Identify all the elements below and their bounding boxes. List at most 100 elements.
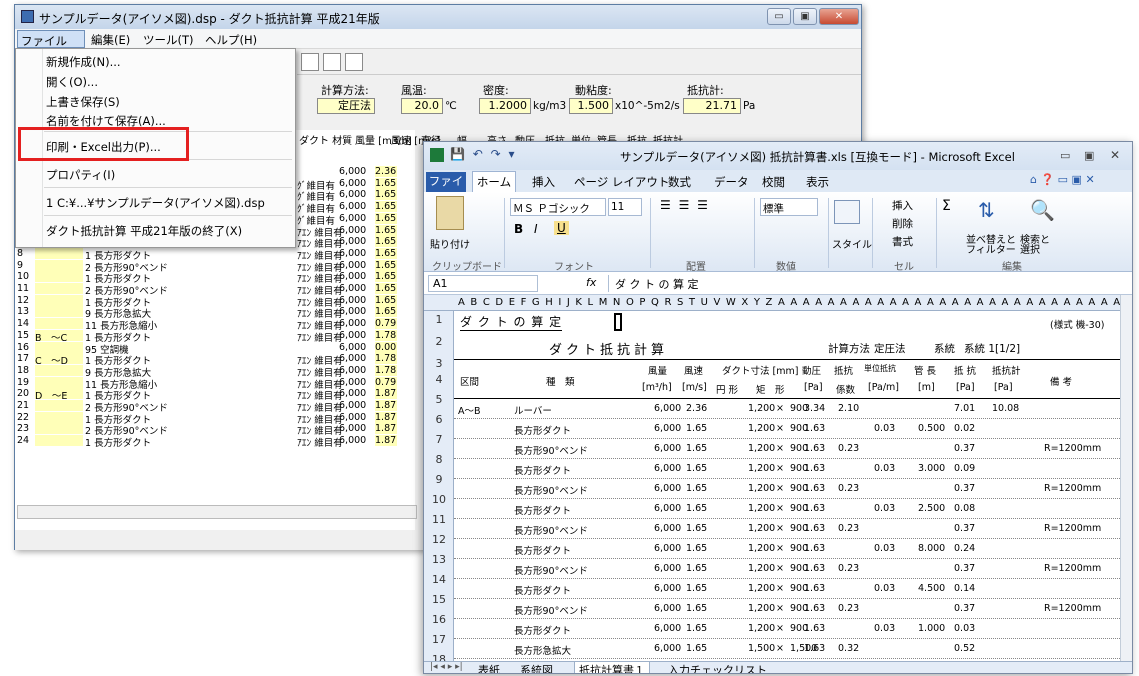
- menu-item-new[interactable]: 新規作成(N)...: [46, 54, 121, 70]
- menu-item-exit[interactable]: ダクト抵抗計算 平成21年版の終了(X): [46, 223, 242, 239]
- fx-icon[interactable]: fx: [586, 276, 596, 289]
- sort-filter-button[interactable]: 並べ替えと フィルター: [966, 236, 1016, 256]
- italic-button[interactable]: I: [534, 222, 538, 236]
- grid-row[interactable]: 13 9 長方形急拡大 ｱｴﾝ 維目有 6,000 1.65: [15, 306, 415, 320]
- grid-row[interactable]: 17 C ～D 1 長方形ダクト ｱｴﾝ 維目有 6,000 1.78: [15, 353, 415, 367]
- sheet-tab-cover[interactable]: 表紙: [478, 662, 500, 673]
- table-row[interactable]: 長方形90°ベンド 6,000 1.65 1,200 × 900 1.63 0.23 0.37 R…: [454, 599, 1120, 619]
- table-row[interactable]: 長方形ダクト 6,000 1.65 1,200 × 900 1.63 0.03 4.500 0.1…: [454, 579, 1120, 599]
- toolbar-export-icon[interactable]: [323, 53, 341, 71]
- table-row[interactable]: 長方形ダクト 6,000 1.65 1,200 × 900 1.63 0.03 3.000 0.0…: [454, 459, 1120, 479]
- maximize-button[interactable]: ▣: [793, 8, 817, 25]
- tab-insert[interactable]: 挿入: [532, 174, 555, 190]
- toolbar-tool-icon[interactable]: [301, 53, 319, 71]
- paste-button[interactable]: 貼り付け: [430, 236, 470, 251]
- grid-row[interactable]: 11 2 長方形90°ベンド ｱｴﾝ 維目有 6,000 1.65: [15, 283, 415, 297]
- table-row[interactable]: 長方形ダクト 6,000 1.65 1,200 × 900 1.63 0.03 0.500 0.0…: [454, 419, 1120, 439]
- menu-item-recent-file[interactable]: 1 C:¥...¥サンプルデータ(アイソメ図).dsp: [46, 195, 265, 211]
- font-name-select[interactable]: ＭＳ Ｐゴシック: [510, 198, 606, 216]
- row-number[interactable]: 14: [424, 573, 454, 586]
- menu-tools[interactable]: ツール(T): [143, 32, 194, 48]
- help-icon[interactable]: ⌂ ❓ ▭ ▣ ✕: [1030, 173, 1095, 186]
- row-number[interactable]: 10: [424, 493, 454, 506]
- worksheet[interactable]: ダ ク ト の 算 定 (様式 機-30) ダクト抵抗計算 計算方法 定圧法 系…: [454, 311, 1120, 661]
- sheet-tab-calc[interactable]: 抵抗計算書１: [574, 662, 650, 673]
- row-number[interactable]: 11: [424, 513, 454, 526]
- paste-icon[interactable]: [436, 196, 464, 230]
- grid-row[interactable]: 18 9 長方形急拡大 ｱｴﾝ 維目有 6,000 1.78: [15, 364, 415, 379]
- row-number[interactable]: 17: [424, 633, 454, 646]
- excel-close-button[interactable]: ✕: [1110, 148, 1120, 162]
- menu-edit[interactable]: 編集(E): [91, 32, 130, 48]
- quick-access-toolbar[interactable]: 💾 ↶ ↷ ▾: [450, 147, 517, 161]
- table-row[interactable]: 長方形ダクト 6,000 1.65 1,200 × 900 1.63 0.03 8.000 0.2…: [454, 539, 1120, 559]
- table-row[interactable]: 長方形90°ベンド 6,000 1.65 1,200 × 900 1.63 0.23 0.37 R…: [454, 559, 1120, 579]
- menu-item-save[interactable]: 上書き保存(S): [46, 94, 120, 110]
- row-number[interactable]: 7: [424, 433, 454, 446]
- row-number[interactable]: 15: [424, 593, 454, 606]
- format-cells-button[interactable]: 書式: [892, 234, 913, 249]
- tab-home[interactable]: ホーム: [472, 171, 516, 192]
- toolbar-doc-icon[interactable]: [345, 53, 363, 71]
- grid-row[interactable]: 24 1 長方形ダクト ｱｴﾝ 維目有 6,000 1.87: [15, 435, 415, 449]
- grid-row[interactable]: 10 1 長方形ダクト ｱｴﾝ 維目有 6,000 1.65: [15, 271, 415, 285]
- name-box[interactable]: A1: [428, 275, 538, 292]
- row-number[interactable]: 16: [424, 613, 454, 626]
- grid-row[interactable]: 19 11 長方形急縮小 ｱｴﾝ 維目有 6,000 0.79: [15, 376, 415, 391]
- font-size-select[interactable]: 11: [608, 198, 642, 216]
- row-number[interactable]: 6: [424, 413, 454, 426]
- menu-help[interactable]: ヘルプ(H): [205, 32, 257, 48]
- grid-row[interactable]: 23 2 長方形90°ベンド ｱｴﾝ 維目有 6,000 1.87: [15, 423, 415, 437]
- grid-row[interactable]: 14 11 長方形急縮小 ｱｴﾝ 維目有 6,000 0.79: [15, 318, 415, 332]
- autosum-button[interactable]: Σ: [942, 198, 951, 214]
- row-number[interactable]: 4: [424, 373, 454, 386]
- align-icons[interactable]: ☰ ☰ ☰: [660, 198, 710, 212]
- grid-row[interactable]: 22 1 長方形ダクト ｱｴﾝ 維目有 6,000 1.87: [15, 411, 415, 426]
- grid-row[interactable]: 12 1 長方形ダクト ｱｴﾝ 維目有 6,000 1.65: [15, 294, 415, 309]
- insert-cells-button[interactable]: 挿入: [892, 198, 913, 213]
- delete-cells-button[interactable]: 削除: [892, 216, 913, 231]
- tab-page-layout[interactable]: ページ レイアウト: [574, 174, 669, 190]
- table-row[interactable]: 長方形90°ベンド 6,000 1.65 1,200 × 900 1.63 0.23 0.37 R…: [454, 519, 1120, 539]
- grid-row[interactable]: 92 長方形90°ベンド ｱｴﾝ 維目有 6,000 1.65: [15, 259, 415, 274]
- underline-button[interactable]: U: [554, 221, 569, 235]
- tab-view[interactable]: 表示: [806, 174, 829, 190]
- table-row[interactable]: 長方形急拡大 6,000 1.65 1,500 × 1,500 1.63 0.32 0.52: [454, 639, 1120, 659]
- grid-row[interactable]: 81 長方形ダクト ｱｴﾝ 維目有 6,000 1.65: [15, 247, 415, 262]
- grid-row[interactable]: 15 B ～C 1 長方形ダクト ｱｴﾝ 維目有 6,000 1.78: [15, 329, 415, 344]
- excel-maximize-button[interactable]: ▣: [1084, 149, 1094, 162]
- viscosity-field[interactable]: 1.500: [569, 98, 613, 114]
- method-field[interactable]: 定圧法: [317, 98, 375, 114]
- row-number[interactable]: 13: [424, 553, 454, 566]
- excel-minimize-button[interactable]: ▭: [1060, 149, 1070, 162]
- row-number[interactable]: 2: [424, 335, 454, 348]
- tab-file[interactable]: ファイル: [426, 172, 466, 206]
- grid-row[interactable]: 21 2 長方形90°ベンド ｱｴﾝ 維目有 6,000 1.87: [15, 400, 415, 414]
- minimize-button[interactable]: ▭: [767, 8, 791, 25]
- tab-data[interactable]: データ: [714, 174, 749, 190]
- sheet-tab-system[interactable]: 系統図: [520, 662, 553, 673]
- row-number[interactable]: 8: [424, 453, 454, 466]
- temp-field[interactable]: 20.0: [401, 98, 443, 114]
- sheet-tab-checklist[interactable]: 入力チェックリスト: [668, 662, 767, 673]
- table-row[interactable]: 長方形90°ベンド 6,000 1.65 1,200 × 900 1.63 0.23 0.37 R…: [454, 439, 1120, 459]
- menu-item-open[interactable]: 開く(O)...: [46, 74, 98, 90]
- bold-button[interactable]: B: [514, 222, 523, 236]
- sheet-nav-arrows[interactable]: |◂ ◂ ▸ ▸|: [430, 662, 463, 672]
- menu-file[interactable]: ファイル(F): [17, 30, 85, 63]
- menu-item-properties[interactable]: プロパティ(I): [46, 167, 115, 183]
- formula-input[interactable]: ダ ク ト の 算 定: [608, 275, 1128, 292]
- table-row[interactable]: A～B ルーバー 6,000 2.36 1,200 × 900 3.34 2.10 7.01 10.…: [454, 399, 1120, 419]
- style-button[interactable]: スタイル: [832, 236, 872, 251]
- find-select-button[interactable]: 検索と 選択: [1020, 236, 1050, 256]
- table-row[interactable]: 長方形ダクト 6,000 1.65 1,200 × 900 1.63 0.03 2.500 0.0…: [454, 499, 1120, 519]
- style-icon[interactable]: [834, 200, 860, 224]
- row-number[interactable]: 5: [424, 393, 454, 406]
- density-field[interactable]: 1.2000: [479, 98, 531, 114]
- tab-formulas[interactable]: 数式: [668, 174, 691, 190]
- grid-row[interactable]: 16 95 空調機 6,000 0.00: [15, 341, 415, 356]
- close-button[interactable]: ✕: [819, 8, 859, 25]
- row-number[interactable]: 9: [424, 473, 454, 486]
- number-format-select[interactable]: 標準: [760, 198, 818, 216]
- vertical-scrollbar[interactable]: [1120, 295, 1132, 661]
